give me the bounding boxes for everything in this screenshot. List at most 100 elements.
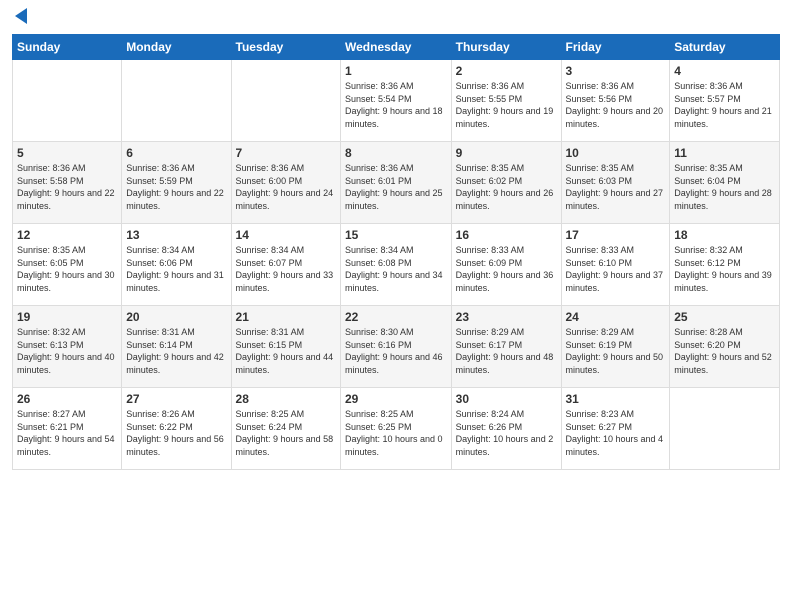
cell-info: Sunrise: 8:36 AM Sunset: 5:56 PM Dayligh… — [566, 80, 666, 130]
calendar-cell: 2 Sunrise: 8:36 AM Sunset: 5:55 PM Daylig… — [451, 60, 561, 142]
week-row-4: 19 Sunrise: 8:32 AM Sunset: 6:13 PM Dayli… — [13, 306, 780, 388]
cell-info: Sunrise: 8:36 AM Sunset: 5:57 PM Dayligh… — [674, 80, 775, 130]
cell-info: Sunrise: 8:36 AM Sunset: 6:01 PM Dayligh… — [345, 162, 447, 212]
calendar-cell: 6 Sunrise: 8:36 AM Sunset: 5:59 PM Daylig… — [122, 142, 231, 224]
calendar-cell — [122, 60, 231, 142]
weekday-header-sunday: Sunday — [13, 35, 122, 60]
day-number: 17 — [566, 228, 666, 242]
day-number: 27 — [126, 392, 226, 406]
calendar-cell: 20 Sunrise: 8:31 AM Sunset: 6:14 PM Dayli… — [122, 306, 231, 388]
cell-info: Sunrise: 8:35 AM Sunset: 6:02 PM Dayligh… — [456, 162, 557, 212]
day-number: 19 — [17, 310, 117, 324]
day-number: 14 — [236, 228, 336, 242]
calendar-cell: 5 Sunrise: 8:36 AM Sunset: 5:58 PM Daylig… — [13, 142, 122, 224]
day-number: 12 — [17, 228, 117, 242]
calendar-cell: 9Sunrise: 8:35 AM Sunset: 6:02 PM Daylig… — [451, 142, 561, 224]
calendar-cell: 21Sunrise: 8:31 AM Sunset: 6:15 PM Dayli… — [231, 306, 340, 388]
calendar-cell: 30Sunrise: 8:24 AM Sunset: 6:26 PM Dayli… — [451, 388, 561, 470]
cell-info: Sunrise: 8:31 AM Sunset: 6:14 PM Dayligh… — [126, 326, 226, 376]
logo-icon — [13, 6, 29, 26]
week-row-2: 5 Sunrise: 8:36 AM Sunset: 5:58 PM Daylig… — [13, 142, 780, 224]
day-number: 2 — [456, 64, 557, 78]
calendar-cell: 15 Sunrise: 8:34 AM Sunset: 6:08 PM Dayli… — [341, 224, 452, 306]
calendar-cell: 27 Sunrise: 8:26 AM Sunset: 6:22 PM Dayli… — [122, 388, 231, 470]
day-number: 4 — [674, 64, 775, 78]
calendar-cell: 8 Sunrise: 8:36 AM Sunset: 6:01 PM Daylig… — [341, 142, 452, 224]
calendar-cell — [670, 388, 780, 470]
cell-info: Sunrise: 8:34 AM Sunset: 6:08 PM Dayligh… — [345, 244, 447, 294]
calendar-cell: 29Sunrise: 8:25 AM Sunset: 6:25 PM Dayli… — [341, 388, 452, 470]
day-number: 26 — [17, 392, 117, 406]
cell-info: Sunrise: 8:24 AM Sunset: 6:26 PM Dayligh… — [456, 408, 557, 458]
calendar-cell — [13, 60, 122, 142]
cell-info: Sunrise: 8:29 AM Sunset: 6:19 PM Dayligh… — [566, 326, 666, 376]
calendar-cell: 3 Sunrise: 8:36 AM Sunset: 5:56 PM Daylig… — [561, 60, 670, 142]
calendar-cell: 12 Sunrise: 8:35 AM Sunset: 6:05 PM Dayli… — [13, 224, 122, 306]
cell-info: Sunrise: 8:32 AM Sunset: 6:13 PM Dayligh… — [17, 326, 117, 376]
weekday-header-monday: Monday — [122, 35, 231, 60]
weekday-header-saturday: Saturday — [670, 35, 780, 60]
week-row-1: 1Sunrise: 8:36 AM Sunset: 5:54 PM Daylig… — [13, 60, 780, 142]
day-number: 3 — [566, 64, 666, 78]
cell-info: Sunrise: 8:35 AM Sunset: 6:05 PM Dayligh… — [17, 244, 117, 294]
cell-info: Sunrise: 8:25 AM Sunset: 6:24 PM Dayligh… — [236, 408, 336, 458]
day-number: 1 — [345, 64, 447, 78]
calendar-cell: 22Sunrise: 8:30 AM Sunset: 6:16 PM Dayli… — [341, 306, 452, 388]
day-number: 8 — [345, 146, 447, 160]
calendar-cell: 1Sunrise: 8:36 AM Sunset: 5:54 PM Daylig… — [341, 60, 452, 142]
day-number: 18 — [674, 228, 775, 242]
header — [12, 10, 780, 26]
calendar-cell: 17 Sunrise: 8:33 AM Sunset: 6:10 PM Dayli… — [561, 224, 670, 306]
calendar-cell: 31Sunrise: 8:23 AM Sunset: 6:27 PM Dayli… — [561, 388, 670, 470]
cell-info: Sunrise: 8:33 AM Sunset: 6:10 PM Dayligh… — [566, 244, 666, 294]
calendar-cell: 18Sunrise: 8:32 AM Sunset: 6:12 PM Dayli… — [670, 224, 780, 306]
cell-info: Sunrise: 8:31 AM Sunset: 6:15 PM Dayligh… — [236, 326, 336, 376]
calendar-cell: 24 Sunrise: 8:29 AM Sunset: 6:19 PM Dayli… — [561, 306, 670, 388]
weekday-header-friday: Friday — [561, 35, 670, 60]
calendar-cell: 14 Sunrise: 8:34 AM Sunset: 6:07 PM Dayli… — [231, 224, 340, 306]
calendar-cell: 13 Sunrise: 8:34 AM Sunset: 6:06 PM Dayli… — [122, 224, 231, 306]
day-number: 11 — [674, 146, 775, 160]
day-number: 23 — [456, 310, 557, 324]
day-number: 13 — [126, 228, 226, 242]
cell-info: Sunrise: 8:34 AM Sunset: 6:06 PM Dayligh… — [126, 244, 226, 294]
cell-info: Sunrise: 8:29 AM Sunset: 6:17 PM Dayligh… — [456, 326, 557, 376]
cell-info: Sunrise: 8:34 AM Sunset: 6:07 PM Dayligh… — [236, 244, 336, 294]
weekday-header-row: SundayMondayTuesdayWednesdayThursdayFrid… — [13, 35, 780, 60]
cell-info: Sunrise: 8:27 AM Sunset: 6:21 PM Dayligh… — [17, 408, 117, 458]
calendar-cell: 26 Sunrise: 8:27 AM Sunset: 6:21 PM Dayli… — [13, 388, 122, 470]
day-number: 6 — [126, 146, 226, 160]
cell-info: Sunrise: 8:26 AM Sunset: 6:22 PM Dayligh… — [126, 408, 226, 458]
cell-info: Sunrise: 8:33 AM Sunset: 6:09 PM Dayligh… — [456, 244, 557, 294]
cell-info: Sunrise: 8:36 AM Sunset: 5:58 PM Dayligh… — [17, 162, 117, 212]
day-number: 29 — [345, 392, 447, 406]
cell-info: Sunrise: 8:35 AM Sunset: 6:03 PM Dayligh… — [566, 162, 666, 212]
calendar-cell: 23 Sunrise: 8:29 AM Sunset: 6:17 PM Dayli… — [451, 306, 561, 388]
calendar-table: SundayMondayTuesdayWednesdayThursdayFrid… — [12, 34, 780, 470]
day-number: 16 — [456, 228, 557, 242]
day-number: 20 — [126, 310, 226, 324]
cell-info: Sunrise: 8:36 AM Sunset: 5:59 PM Dayligh… — [126, 162, 226, 212]
week-row-5: 26 Sunrise: 8:27 AM Sunset: 6:21 PM Dayli… — [13, 388, 780, 470]
day-number: 15 — [345, 228, 447, 242]
cell-info: Sunrise: 8:35 AM Sunset: 6:04 PM Dayligh… — [674, 162, 775, 212]
cell-info: Sunrise: 8:28 AM Sunset: 6:20 PM Dayligh… — [674, 326, 775, 376]
calendar-cell: 4 Sunrise: 8:36 AM Sunset: 5:57 PM Daylig… — [670, 60, 780, 142]
day-number: 5 — [17, 146, 117, 160]
calendar-cell — [231, 60, 340, 142]
day-number: 22 — [345, 310, 447, 324]
calendar-cell: 7Sunrise: 8:36 AM Sunset: 6:00 PM Daylig… — [231, 142, 340, 224]
calendar-cell: 19 Sunrise: 8:32 AM Sunset: 6:13 PM Dayli… — [13, 306, 122, 388]
week-row-3: 12 Sunrise: 8:35 AM Sunset: 6:05 PM Dayli… — [13, 224, 780, 306]
cell-info: Sunrise: 8:23 AM Sunset: 6:27 PM Dayligh… — [566, 408, 666, 458]
weekday-header-tuesday: Tuesday — [231, 35, 340, 60]
day-number: 10 — [566, 146, 666, 160]
cell-info: Sunrise: 8:36 AM Sunset: 6:00 PM Dayligh… — [236, 162, 336, 212]
logo — [12, 10, 29, 26]
weekday-header-thursday: Thursday — [451, 35, 561, 60]
day-number: 28 — [236, 392, 336, 406]
day-number: 25 — [674, 310, 775, 324]
cell-info: Sunrise: 8:36 AM Sunset: 5:55 PM Dayligh… — [456, 80, 557, 130]
calendar-cell: 16 Sunrise: 8:33 AM Sunset: 6:09 PM Dayli… — [451, 224, 561, 306]
day-number: 24 — [566, 310, 666, 324]
